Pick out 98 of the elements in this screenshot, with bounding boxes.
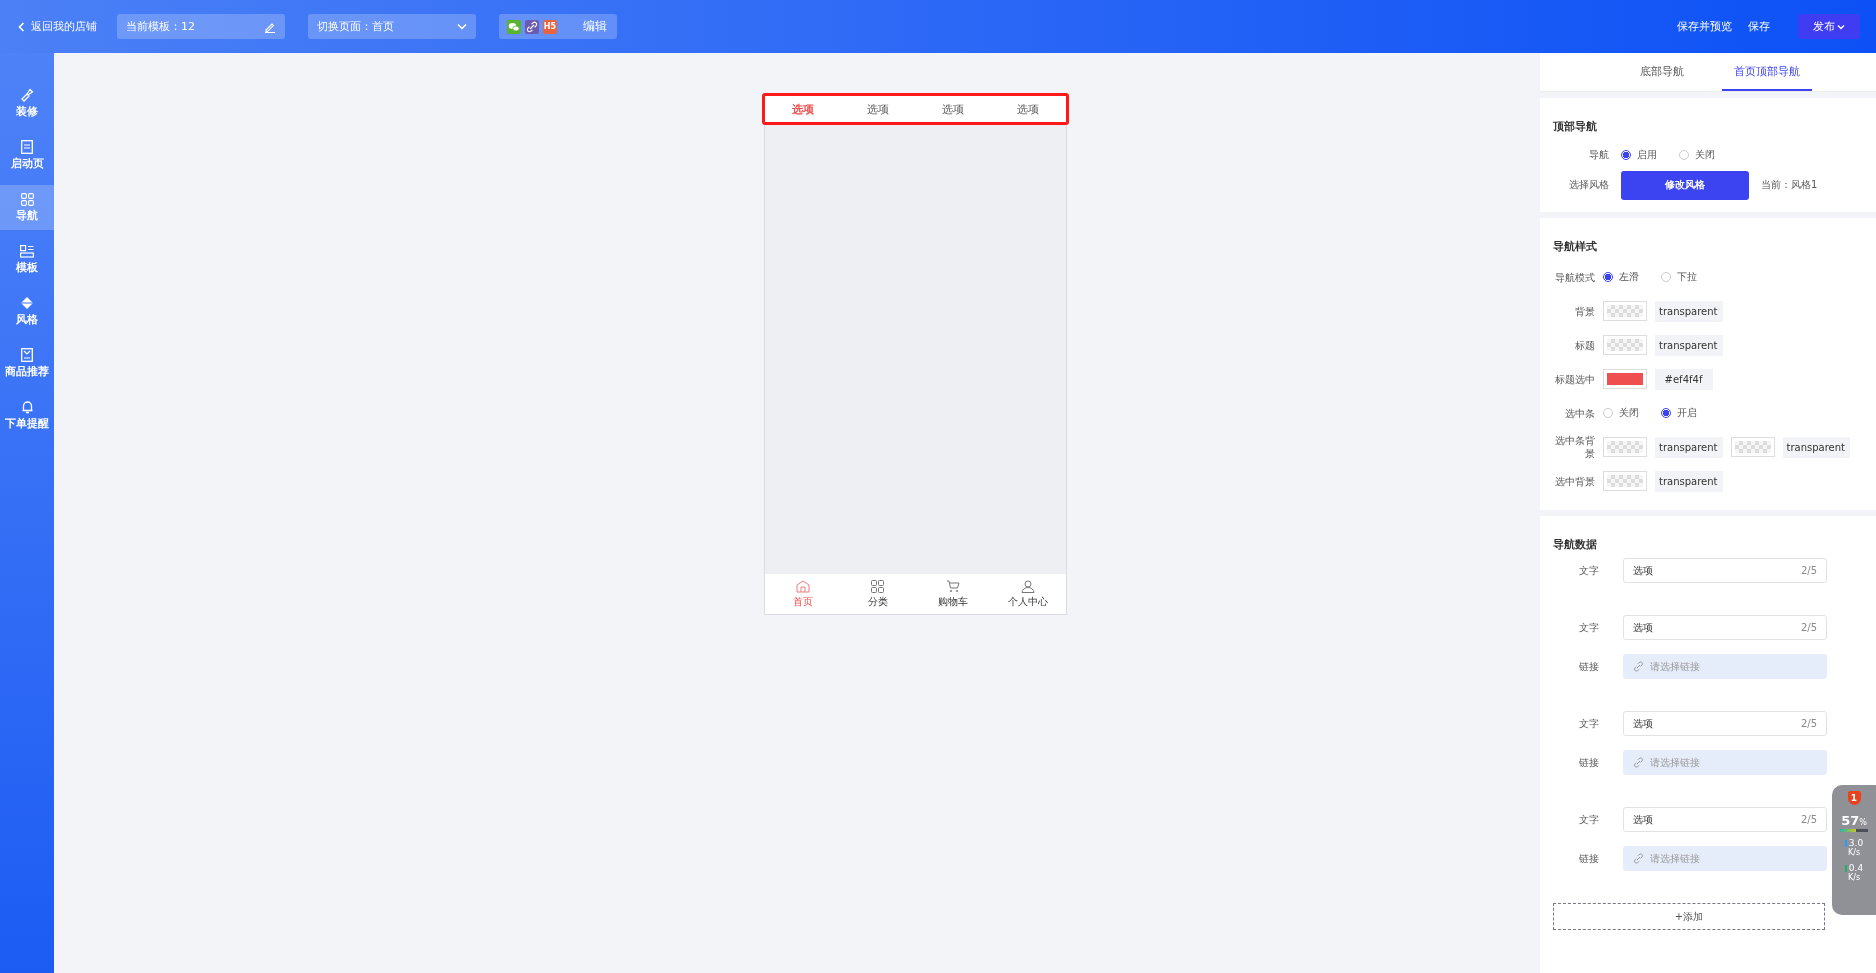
house-icon: [795, 579, 810, 593]
bell-icon: [20, 400, 34, 414]
bottom-tab[interactable]: 首页: [765, 574, 841, 614]
grid-icon: [20, 192, 34, 206]
sidebar-item[interactable]: 模板: [0, 237, 54, 282]
action-link[interactable]: 保存并预览: [1677, 19, 1732, 34]
field-label: 链接: [1578, 659, 1599, 674]
upload-speed: 3.0: [1848, 838, 1864, 848]
checkerboard-fill: [1607, 475, 1643, 487]
color-swatch[interactable]: [1603, 335, 1647, 355]
field-label: 选中条: [1564, 406, 1595, 420]
field-label: 文字: [1578, 812, 1599, 827]
radio-option[interactable]: 开启: [1661, 406, 1697, 420]
nav-tab[interactable]: 选项: [765, 101, 841, 117]
field-label: 背景: [1574, 304, 1595, 318]
percent-unit: %: [1859, 818, 1867, 827]
cart-icon: [946, 579, 961, 593]
radio-option[interactable]: 启用: [1621, 148, 1657, 162]
download-speed: 0.4: [1848, 863, 1864, 873]
field-label: 导航模式: [1554, 270, 1595, 284]
color-value: transparent: [1655, 334, 1723, 356]
checkerboard-fill: [1734, 441, 1771, 453]
add-button[interactable]: +添加: [1553, 903, 1825, 930]
field-label: 链接: [1578, 851, 1599, 866]
box-icon: [21, 348, 33, 362]
action-link[interactable]: 保存: [1748, 19, 1770, 34]
field-label: 导航: [1588, 148, 1609, 162]
nav-tab[interactable]: 选项: [840, 101, 916, 117]
chevron-left-icon: [18, 21, 25, 32]
speed-unit: K/s: [1847, 848, 1861, 857]
nav-tab[interactable]: 选项: [990, 101, 1066, 117]
color-value: transparent: [1655, 436, 1723, 458]
field-label: 链接: [1578, 755, 1599, 770]
chevron-down-icon: [1837, 23, 1845, 30]
color-value: transparent: [1655, 470, 1723, 492]
layout-icon: [20, 244, 34, 258]
bottom-tab[interactable]: 分类: [840, 574, 916, 614]
usage-percent: 57: [1841, 813, 1860, 828]
section-title: 顶部导航: [1553, 120, 1598, 134]
char-counter: 2/5: [1800, 565, 1817, 576]
panel-tab[interactable]: 首页顶部导航: [1722, 53, 1812, 91]
section-title: 导航样式: [1553, 240, 1598, 254]
brush-icon: [20, 88, 34, 102]
field-label: 选中条背景: [1554, 434, 1595, 460]
color-value: transparent: [1782, 436, 1850, 458]
publish-button[interactable]: 发布: [1798, 14, 1860, 39]
checkerboard-fill: [1607, 441, 1643, 453]
field-label: 文字: [1578, 563, 1599, 578]
color-swatch[interactable]: [1603, 301, 1647, 321]
checkerboard-fill: [1607, 305, 1643, 317]
radio-option[interactable]: 下拉: [1661, 270, 1697, 284]
field-label: 选择风格: [1568, 178, 1609, 192]
channel-badge: H5: [543, 19, 557, 34]
text-input[interactable]: 选项 2/5: [1623, 711, 1827, 736]
bottom-tab[interactable]: 购物车: [915, 574, 991, 614]
chat-bubbles-icon: [507, 19, 521, 34]
back-link[interactable]: 返回我的店铺: [18, 19, 97, 34]
sidebar-item[interactable]: 商品推荐: [0, 341, 54, 386]
bottom-tab[interactable]: 个人中心: [990, 574, 1066, 614]
radio-option[interactable]: 左滑: [1603, 270, 1639, 284]
document-icon: [21, 140, 33, 154]
sidebar-item[interactable]: 装修: [0, 81, 54, 126]
link-icon: [525, 19, 539, 34]
panel-tab[interactable]: 底部导航: [1628, 53, 1696, 91]
color-swatch[interactable]: [1603, 437, 1647, 457]
text-input[interactable]: 选项 2/5: [1623, 615, 1827, 640]
radio-option[interactable]: 关闭: [1603, 406, 1639, 420]
section-title: 导航数据: [1553, 538, 1598, 552]
speed-unit: K/s: [1847, 873, 1861, 882]
link-icon: [1633, 757, 1644, 768]
sidebar-item[interactable]: 下单提醒: [0, 393, 54, 438]
grid-icon: [871, 579, 885, 593]
color-value: #ef4f4f: [1655, 368, 1713, 390]
color-swatch[interactable]: [1603, 471, 1647, 491]
field-label: 标题: [1574, 338, 1595, 352]
char-counter: 2/5: [1800, 622, 1817, 633]
sidebar-item[interactable]: 风格: [0, 289, 54, 334]
radio-option[interactable]: 关闭: [1679, 148, 1715, 162]
text-input[interactable]: 选项 2/5: [1623, 558, 1827, 583]
checkerboard-fill: [1607, 339, 1643, 351]
nav-tab[interactable]: 选项: [915, 101, 991, 117]
alert-badge: 1: [1847, 791, 1861, 805]
color-swatch[interactable]: [1730, 437, 1775, 457]
link-icon: [1633, 661, 1644, 672]
field-label: 文字: [1578, 620, 1599, 635]
current-style-text: 当前：风格1: [1761, 178, 1818, 192]
char-counter: 2/5: [1800, 814, 1817, 825]
person-icon: [1021, 579, 1036, 593]
color-value: transparent: [1655, 300, 1723, 322]
field-label: 选中背景: [1554, 474, 1595, 488]
text-input[interactable]: 选项 2/5: [1623, 807, 1827, 832]
sidebar-item[interactable]: 启动页: [0, 133, 54, 178]
char-counter: 2/5: [1800, 718, 1817, 729]
change-style-button[interactable]: 修改风格: [1621, 170, 1749, 200]
link-icon: [1633, 853, 1644, 864]
chevron-down-icon: [457, 23, 467, 30]
field-label: 标题选中: [1554, 372, 1595, 386]
field-label: 文字: [1578, 716, 1599, 731]
